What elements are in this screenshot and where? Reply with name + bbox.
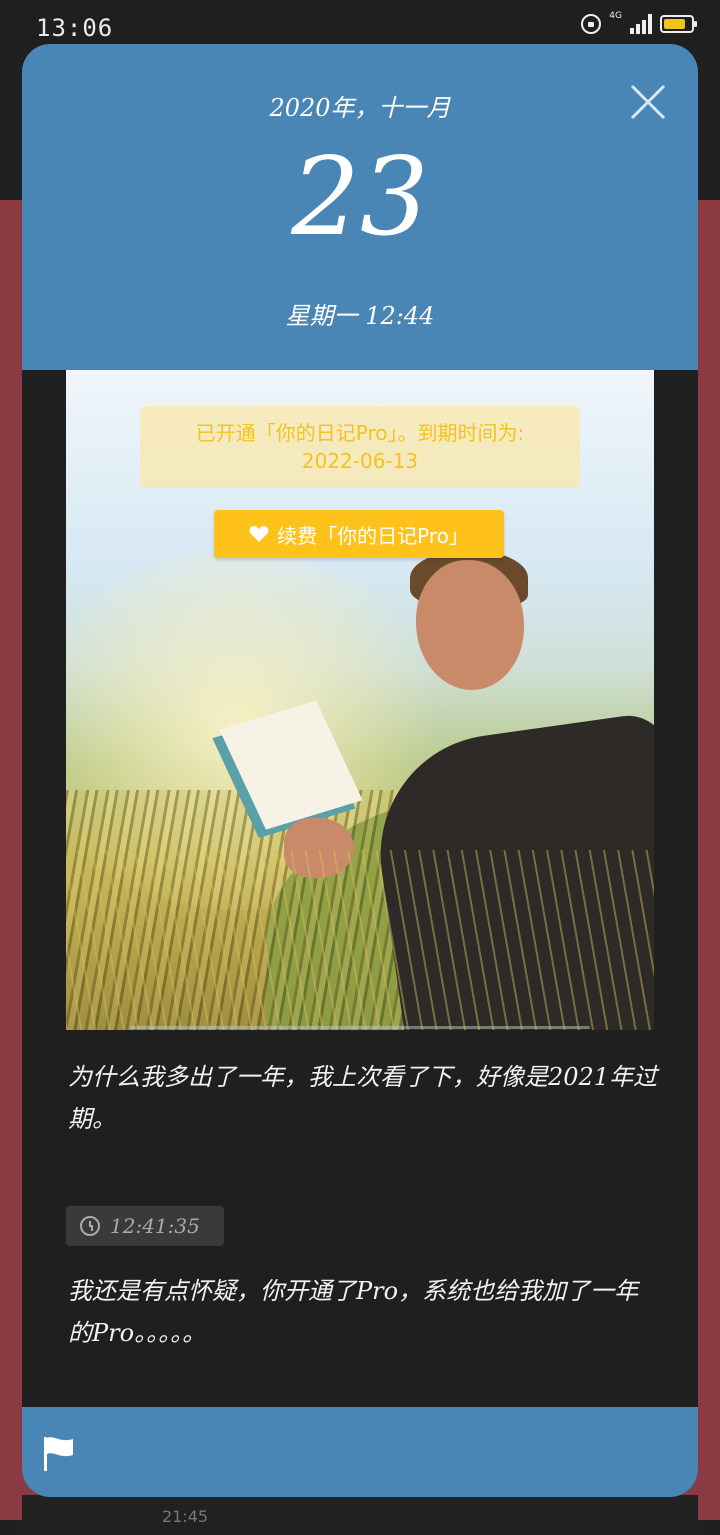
rotation-lock-icon	[581, 14, 602, 34]
close-icon[interactable]	[628, 82, 668, 122]
diary-entry-card: 2020年，十一月 23 星期一 12:44 已开通「你的日记Pro」。到期时间…	[22, 44, 698, 1497]
entry-timestamp: 12:41:35	[66, 1206, 224, 1246]
flag-icon[interactable]	[42, 1435, 76, 1473]
entry-photo[interactable]: 已开通「你的日记Pro」。到期时间为: 2022-06-13 续费「你的日记Pr…	[66, 370, 654, 1030]
photo-scrollbar	[130, 1026, 590, 1029]
pro-expiry-date: 2022-06-13	[301, 449, 419, 473]
entry-text: 为什么我多出了一年，我上次看了下，好像是2021年过期。	[68, 1063, 658, 1133]
renew-label: 续费「你的日记Pro」	[277, 523, 469, 548]
status-time: 13:06	[36, 14, 114, 42]
peek-time: 21:45	[162, 1507, 209, 1526]
status-icons: 4G	[581, 11, 697, 34]
entry-text: 我还是有点怀疑，你开通了Pro，系统也给我加了一年的Pro。。。。。	[68, 1277, 639, 1347]
pro-status-notice: 已开通「你的日记Pro」。到期时间为: 2022-06-13	[140, 406, 580, 488]
background-entry-peek: 21:45	[22, 1495, 698, 1535]
header-day: 23	[291, 135, 429, 260]
header-month: 2020年，十一月	[269, 94, 451, 122]
timestamp-value: 12:41:35	[110, 1214, 200, 1238]
clock-icon	[80, 1216, 100, 1236]
renew-pro-button[interactable]: 续费「你的日记Pro」	[214, 510, 504, 558]
card-footer	[22, 1407, 698, 1497]
pro-notice-line1: 已开通「你的日记Pro」。到期时间为:	[195, 421, 525, 445]
network-type: 4G	[609, 11, 622, 21]
date-header: 2020年，十一月 23 星期一 12:44	[22, 44, 698, 370]
signal-icon	[630, 14, 652, 34]
heart-icon	[249, 526, 269, 542]
battery-icon	[660, 15, 697, 33]
header-weekday-time: 星期一 12:44	[285, 302, 435, 330]
